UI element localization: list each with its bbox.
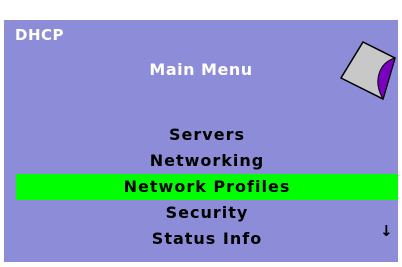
menu-item-servers[interactable]: Servers: [16, 122, 398, 148]
lcd-screen: DHCP Main Menu Servers Networking Networ…: [4, 20, 398, 262]
menu-item-network-profiles[interactable]: Network Profiles: [16, 174, 398, 200]
menu-item-networking[interactable]: Networking: [16, 148, 398, 174]
menu-item-security[interactable]: Security: [16, 200, 398, 226]
down-arrow-icon[interactable]: ↓: [380, 222, 393, 240]
diamond-logo-icon: [339, 41, 396, 101]
main-menu: Servers Networking Network Profiles Secu…: [16, 122, 398, 252]
app-title: DHCP: [15, 26, 65, 44]
menu-item-status-info[interactable]: Status Info: [16, 226, 398, 252]
